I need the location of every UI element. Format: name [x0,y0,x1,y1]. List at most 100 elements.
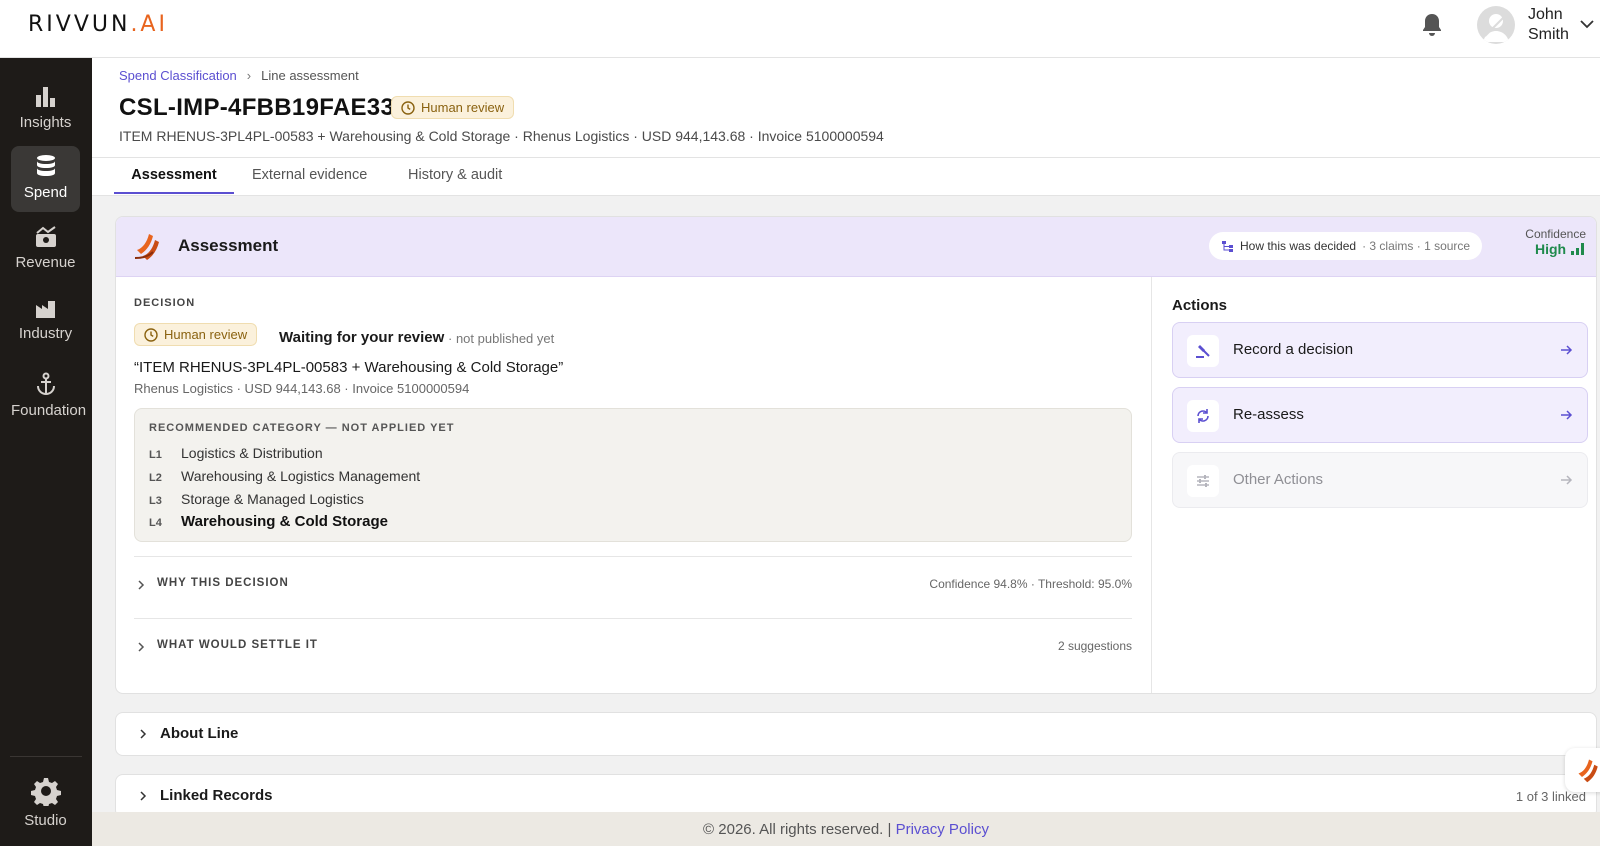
breadcrumb-current: Line assessment [261,68,359,83]
category-level-row: L4 Warehousing & Cold Storage [149,513,388,530]
category-level-row: L1 Logistics & Distribution [149,445,323,461]
re-assess-button[interactable]: Re-assess [1172,387,1588,443]
user-first-name: John [1528,6,1563,23]
category-level-row: L2 Warehousing & Logistics Management [149,468,420,484]
avatar[interactable] [1477,6,1515,44]
bell-icon[interactable] [1420,12,1448,42]
clock-icon [144,327,158,342]
sliders-icon [1187,465,1219,497]
line-details: Rhenus Logistics · USD 944,143.68 · Invo… [134,381,470,396]
rivvun-mark-icon [1578,759,1598,783]
chevron-right-icon [140,791,147,801]
rivvun-mark-icon [133,230,165,267]
category-name: Warehousing & Cold Storage [181,513,388,530]
clock-icon [401,100,415,115]
chevron-right-icon [138,580,145,590]
breadcrumb-parent-link[interactable]: Spend Classification [119,68,237,83]
status-badge-label: Human review [421,100,505,115]
other-actions-button[interactable]: Other Actions [1172,452,1588,508]
footer-copyright: © 2026. All rights reserved. | [703,821,892,838]
assessment-card-header: Assessment How this was decided · 3 clai… [116,217,1596,277]
why-this-decision-label: WHY THIS DECISION [157,577,289,589]
privacy-policy-link[interactable]: Privacy Policy [896,821,989,838]
revenue-icon [35,226,56,247]
confidence-value-text: High [1535,241,1567,257]
sidebar-item-label: Foundation [11,402,87,419]
decision-status-badge: Human review [134,323,258,346]
flow-icon [1222,240,1233,252]
linked-records-label: Linked Records [160,787,273,804]
actions-title: Actions [1172,297,1228,314]
sidebar-item-label: Studio [24,812,67,829]
category-level: L1 [149,449,162,461]
status-badge: Human review [391,96,515,119]
tab-external-evidence[interactable]: External evidence [252,167,367,192]
how-decided-pill[interactable]: How this was decided · 3 claims · 1 sour… [1209,232,1483,260]
record-decision-label: Record a decision [1233,341,1354,358]
re-assess-label: Re-assess [1233,406,1304,423]
sidebar-item-label: Insights [19,114,72,131]
bar-chart-icon [35,87,55,107]
chevron-down-icon[interactable] [1580,16,1596,29]
actions-panel: Actions Record a decision Re-assess Othe… [1152,277,1596,693]
chevron-right-icon [138,642,145,652]
sidebar-item-spend[interactable]: Spend [11,146,80,212]
about-line-section[interactable]: About Line [115,712,1597,756]
sidebar-item-revenue[interactable]: Revenue [11,218,80,284]
database-icon [36,155,55,176]
category-level-row: L3 Storage & Managed Logistics [149,491,364,507]
assistant-launcher-button[interactable] [1565,748,1600,792]
page-title: CSL-IMP-4FBB19FAE331 [119,94,408,121]
how-decided-label: How this was decided [1240,239,1357,253]
page-header: Spend Classification › Line assessment CSL… [92,58,1600,158]
signal-bars-icon [1571,243,1584,255]
tab-assessment[interactable]: Assessment [114,167,234,194]
tab-bar: Assessment External evidence History & a… [92,158,1600,196]
category-name: Logistics & Distribution [181,445,323,461]
confidence-indicator: Confidence High [1506,227,1586,257]
sidebar-item-insights[interactable]: Insights [11,76,80,142]
assessment-title: Assessment [178,236,279,255]
sidebar-item-foundation[interactable]: Foundation [11,364,86,430]
how-decided-meta: · 3 claims · 1 source [1362,239,1471,253]
other-actions-label: Other Actions [1233,471,1324,488]
publish-status: · not published yet [448,331,555,346]
anchor-icon [36,372,55,396]
footer: © 2026. All rights reserved. | Privacy P… [92,812,1600,846]
gear-icon [30,778,61,806]
what-would-settle-it-expander[interactable]: WHAT WOULD SETTLE IT 2 suggestions [134,618,1132,680]
sidebar-item-studio[interactable]: Studio [11,768,80,840]
tab-history-audit[interactable]: History & audit [408,167,502,192]
factory-icon [35,301,55,318]
category-name: Warehousing & Logistics Management [181,468,421,484]
waiting-status: Waiting for your review [279,329,445,346]
decision-badge-label: Human review [164,327,248,342]
brand-name: RIVVUN [28,12,131,37]
what-would-settle-it-label: WHAT WOULD SETTLE IT [157,639,318,651]
user-name[interactable]: John Smith [1528,5,1569,45]
gavel-icon [1187,335,1219,367]
sidebar-item-industry[interactable]: Industry [11,291,80,357]
breadcrumb: Spend Classification › Line assessment [119,68,359,83]
recommended-category-title: RECOMMENDED CATEGORY — NOT APPLIED YET [149,422,455,434]
brand-logo[interactable]: RIVVUN.AI [28,12,168,37]
what-would-settle-it-meta: 2 suggestions [1057,639,1132,653]
decision-section-label: DECISION [134,297,196,309]
line-description: “ITEM RHENUS-3PL4PL-00583 + Warehousing … [134,359,564,376]
arrow-right-icon [1561,410,1573,420]
category-level: L2 [149,472,162,484]
recommended-category-box: RECOMMENDED CATEGORY — NOT APPLIED YET L… [134,408,1132,542]
category-level: L4 [149,517,162,529]
record-decision-button[interactable]: Record a decision [1172,322,1588,378]
category-level: L3 [149,495,162,507]
about-line-label: About Line [160,725,239,742]
sidebar: Insights Spend Revenue Industry Foundati… [0,58,92,846]
why-this-decision-expander[interactable]: WHY THIS DECISION Confidence 94.8% · Thr… [134,556,1132,618]
arrow-right-icon [1561,345,1573,355]
confidence-label: Confidence [1525,227,1586,241]
arrow-right-icon [1561,475,1573,485]
confidence-value: High [1506,241,1586,257]
page-subtitle: ITEM RHENUS-3PL4PL-00583 + Warehousing &… [119,128,884,144]
chevron-right-icon: › [246,68,252,83]
chevron-right-icon [140,729,147,739]
